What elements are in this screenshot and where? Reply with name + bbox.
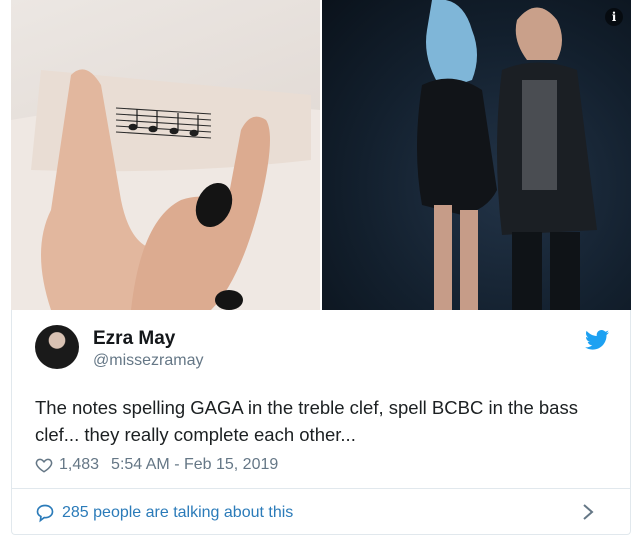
like-count[interactable]: 1,483 xyxy=(59,456,99,474)
tweet-author[interactable]: Ezra May @missezramay xyxy=(35,325,615,380)
twitter-bird-icon[interactable] xyxy=(585,330,609,350)
tweet-timestamp[interactable]: 5:54 AM - Feb 15, 2019 xyxy=(111,456,278,474)
avatar[interactable] xyxy=(35,325,79,369)
reply-bubble-icon xyxy=(36,504,54,523)
tattoo-photo[interactable] xyxy=(11,0,320,310)
tattoo-photo-illustration xyxy=(11,69,320,310)
author-name[interactable]: Ezra May xyxy=(93,328,175,350)
heart-icon[interactable] xyxy=(35,456,53,474)
conversation-link[interactable]: 285 people are talking about this xyxy=(35,500,615,526)
info-icon[interactable]: i xyxy=(605,8,623,26)
tweet-text: The notes spelling GAGA in the treble cl… xyxy=(35,397,578,445)
stage-photo-illustration xyxy=(417,0,597,310)
stage-photo[interactable]: i xyxy=(322,0,631,310)
divider xyxy=(11,488,631,489)
tweet-meta: 1,483 5:54 AM - Feb 15, 2019 xyxy=(35,454,278,476)
author-handle[interactable]: @missezramay xyxy=(93,352,203,370)
tweet-media[interactable]: i xyxy=(11,0,631,310)
talking-count-link[interactable]: 285 people are talking about this xyxy=(62,504,293,522)
chevron-right-icon[interactable] xyxy=(581,503,595,521)
